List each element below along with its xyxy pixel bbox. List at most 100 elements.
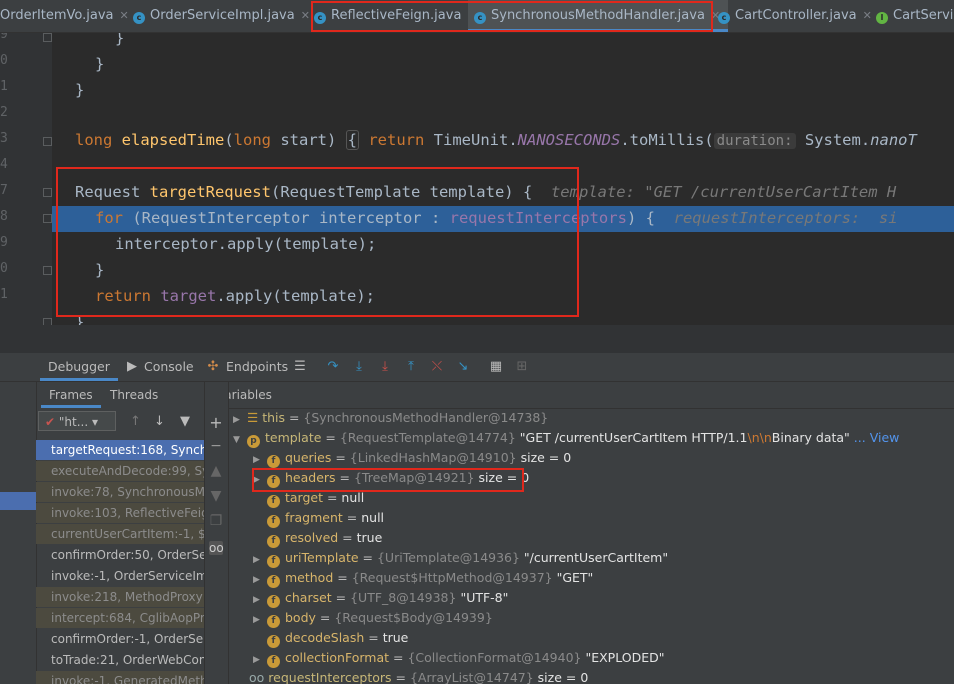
fold-marker-icon[interactable]	[43, 33, 52, 42]
frame-row[interactable]: intercept:684, CglibAopPro	[36, 608, 204, 628]
move-down-icon[interactable]: ▼	[209, 488, 223, 504]
code-line: Request targetRequest(RequestTemplate te…	[75, 183, 897, 201]
console-icon: ▶	[127, 359, 137, 374]
line-number: 7	[0, 183, 8, 198]
tab-frames[interactable]: Frames	[41, 382, 101, 408]
variable-row[interactable]: ▶ ☰ this = {SynchronousMethodHandler@147…	[233, 408, 548, 428]
variable-row[interactable]: f fragment = null	[253, 508, 384, 528]
menu-icon[interactable]: ☰	[293, 360, 307, 374]
frame-row[interactable]: invoke:78, SynchronousMe	[36, 482, 204, 502]
variable-row[interactable]: oo requestInterceptors = {ArrayList@1474…	[249, 668, 588, 684]
frame-row[interactable]: toTrade:21, OrderWebCon	[36, 650, 204, 670]
frame-row[interactable]: invoke:-1, GeneratedMeth	[36, 671, 204, 684]
tab-debugger[interactable]: Debugger	[40, 353, 118, 381]
frames-panel: Frames Threads ✔ "ht... ▾ ↑ ↓ ▼ targetRe…	[36, 382, 205, 684]
code-line: long elapsedTime(long start) { return Ti…	[75, 130, 917, 150]
fold-marker-icon[interactable]	[43, 188, 52, 197]
expand-arrow-icon: ▶	[253, 615, 260, 625]
frame-row[interactable]: invoke:103, ReflectiveFeig	[36, 503, 204, 523]
tab-label: CartController.java	[735, 8, 857, 23]
close-icon[interactable]: ✕	[301, 9, 310, 22]
code-line: }	[75, 81, 85, 99]
fold-marker-icon[interactable]	[43, 214, 52, 223]
show-watches-icon[interactable]: oo	[209, 541, 224, 555]
tab-label: OrderServiceImpl.java	[150, 8, 295, 23]
variable-row[interactable]: ▶ f uriTemplate = {UriTemplate@14936} "/c…	[253, 548, 668, 568]
class-icon: c	[314, 12, 326, 24]
expand-arrow-icon: ▶	[253, 475, 260, 485]
tab-reflectivefeign[interactable]: cReflectiveFeign.java✕	[314, 0, 477, 32]
step-into-icon[interactable]: ⤓	[378, 360, 392, 374]
inline-value-hint: template: "GET /currentUserCartItem H	[550, 183, 897, 201]
frame-row[interactable]: invoke:218, MethodProxy	[36, 587, 204, 607]
expand-arrow-icon: ▶	[253, 575, 260, 585]
view-link[interactable]: ... View	[854, 430, 900, 445]
step-out-icon[interactable]: ⤒	[404, 360, 418, 374]
expand-arrow-icon: ▶	[253, 595, 260, 605]
tab-cartservice[interactable]: I CartService	[876, 0, 954, 32]
frame-row[interactable]: invoke:-1, OrderServiceIm	[36, 566, 204, 586]
thread-select[interactable]: ✔ "ht... ▾	[38, 411, 116, 431]
up-arrow-icon[interactable]: ↑	[130, 414, 141, 429]
fold-marker-icon[interactable]	[43, 137, 52, 146]
remove-watch-icon[interactable]: −	[209, 438, 223, 454]
variable-row[interactable]: ▶ f queries = {LinkedHashMap@14910} size …	[253, 448, 571, 468]
close-icon[interactable]: ✕	[120, 9, 129, 22]
variables-title: Variables	[229, 382, 954, 409]
field-icon: f	[266, 455, 280, 468]
variable-row[interactable]: ▶ f charset = {UTF_8@14938} "UTF-8"	[253, 588, 508, 608]
debug-panel: Debugger ▶ Console ✣ Endpoints ☰ ↷ ⤓ ⤓ ⤒…	[0, 353, 954, 684]
move-up-icon[interactable]: ▲	[209, 463, 223, 479]
field-icon: f	[266, 555, 280, 568]
variable-row[interactable]: ▼ p template = {RequestTemplate@14774} "G…	[233, 428, 899, 448]
line-number: 4	[0, 157, 8, 172]
field-icon: f	[266, 655, 280, 668]
code-line-current: for (RequestInterceptor interceptor : re…	[95, 209, 898, 227]
variable-row[interactable]: ▶ f body = {Request$Body@14939}	[253, 608, 493, 628]
frame-row[interactable]: executeAndDecode:99, Sync	[36, 461, 204, 481]
tab-threads[interactable]: Threads	[110, 382, 158, 408]
step-over-icon[interactable]: ⤓	[352, 360, 366, 374]
variable-row[interactable]: f target = null	[253, 488, 364, 508]
tab-synchronousmethodhandler[interactable]: c SynchronousMethodHandler.java ✕	[468, 0, 729, 32]
variable-row[interactable]: ▶ f headers = {TreeMap@14921} size = 0	[253, 468, 529, 488]
drop-frame-icon[interactable]: ⤬	[430, 360, 444, 374]
frame-row[interactable]: confirmOrder:50, OrderSe	[36, 545, 204, 565]
tab-orderserviceimpl[interactable]: c OrderServiceImpl.java ✕	[133, 0, 310, 32]
frame-row[interactable]: currentUserCartItem:-1, $P	[36, 524, 204, 544]
check-icon: ✔	[45, 415, 56, 429]
line-number: 9	[0, 33, 8, 42]
fold-marker-icon[interactable]	[43, 318, 52, 325]
variable-row[interactable]: ▶ f method = {Request$HttpMethod@14937} "…	[253, 568, 593, 588]
parameter-icon: p	[246, 435, 260, 448]
variable-row[interactable]: f resolved = true	[253, 528, 382, 548]
frame-row[interactable]: targetRequest:168, Synchr	[36, 440, 204, 460]
add-watch-icon[interactable]: +	[209, 413, 223, 432]
tab-endpoints[interactable]: Endpoints	[226, 353, 288, 381]
down-arrow-icon[interactable]: ↓	[154, 414, 165, 429]
duplicate-icon[interactable]: ❐	[209, 513, 223, 529]
code-editor[interactable]: 9 0 1 2 3 4 7 8 9 0 1 } } } long elapsed…	[0, 33, 954, 325]
filter-icon[interactable]: ▼	[180, 414, 190, 429]
variable-row[interactable]: ▶ f collectionFormat = {CollectionFormat@…	[253, 648, 664, 668]
tab-console[interactable]: Console	[144, 353, 194, 381]
expand-arrow-icon: ▶	[253, 455, 260, 465]
frame-row[interactable]: confirmOrder:-1, OrderSer	[36, 629, 204, 649]
debug-side-strip	[0, 382, 37, 684]
tab-orderitemvo[interactable]: OrderItemVo.java ✕	[0, 0, 129, 32]
run-to-cursor-icon[interactable]: ↘	[456, 360, 470, 374]
show-execution-point-icon[interactable]: ↷	[326, 360, 340, 374]
line-number: 9	[0, 235, 8, 250]
class-icon: c	[474, 12, 486, 24]
fold-marker-icon[interactable]	[43, 266, 52, 275]
editor-tab-bar: OrderItemVo.java ✕ c OrderServiceImpl.java…	[0, 0, 954, 33]
tab-label: OrderItemVo.java	[0, 8, 114, 23]
tab-label: CartService	[893, 8, 954, 23]
evaluate-expression-icon[interactable]: ▦	[489, 360, 503, 374]
editor-status-band	[0, 325, 954, 353]
line-number: 1	[0, 79, 8, 94]
trace-icon[interactable]: ⊞	[515, 360, 529, 374]
tab-cartcontroller[interactable]: c CartController.java ✕	[718, 0, 872, 32]
close-icon[interactable]: ✕	[863, 9, 872, 22]
variable-row[interactable]: f decodeSlash = true	[253, 628, 408, 648]
